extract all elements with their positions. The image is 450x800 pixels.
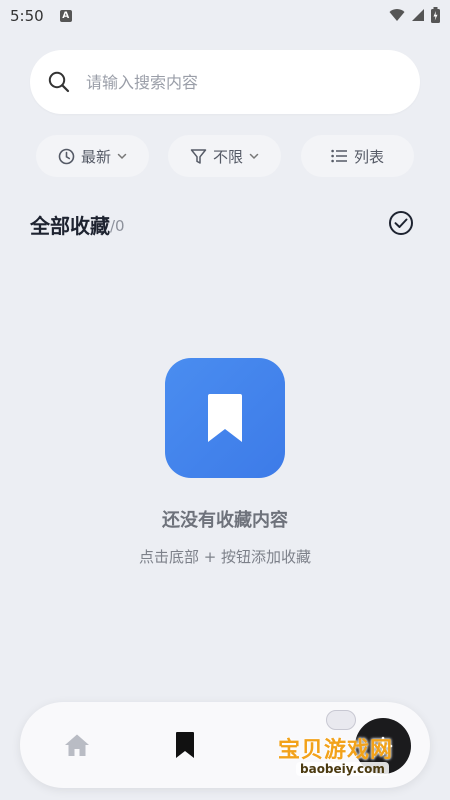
favorites-screen: 5:50 A 最新 — [0, 0, 450, 800]
bottom-navigation — [20, 702, 430, 788]
chevron-down-icon — [249, 153, 259, 160]
nav-bookmarks[interactable] — [170, 730, 200, 760]
empty-state-title: 还没有收藏内容 — [162, 510, 288, 531]
view-label: 列表 — [353, 147, 384, 166]
filter-dropdown[interactable]: 不限 — [168, 135, 281, 177]
empty-state-subtitle: 点击底部 + 按钮添加收藏 — [138, 548, 312, 566]
chevron-down-icon — [117, 153, 127, 160]
list-icon — [331, 149, 347, 163]
sort-label: 最新 — [80, 147, 111, 166]
nav-home[interactable] — [62, 730, 92, 760]
add-button[interactable] — [355, 718, 411, 774]
status-bar: 5:50 A — [0, 0, 450, 32]
battery-icon — [431, 7, 440, 23]
notification-badge: A — [59, 10, 72, 22]
filter-icon — [190, 148, 207, 164]
empty-state-icon-tile — [165, 358, 285, 478]
section-header: 全部收藏 /0 — [30, 208, 420, 240]
signal-icon — [412, 9, 424, 21]
bookmark-icon — [208, 394, 242, 442]
search-input[interactable] — [86, 72, 386, 92]
plus-icon — [373, 736, 393, 756]
view-mode-button[interactable]: 列表 — [301, 135, 414, 177]
filter-label: 不限 — [212, 147, 243, 166]
status-time: 5:50 — [10, 7, 44, 25]
home-icon — [65, 734, 89, 756]
search-bar[interactable] — [30, 50, 420, 114]
bookmark-icon — [176, 732, 194, 758]
select-all-icon[interactable] — [388, 210, 414, 236]
sort-dropdown[interactable]: 最新 — [36, 135, 149, 177]
section-title: 全部收藏 — [30, 213, 110, 238]
section-count: /0 — [110, 217, 125, 235]
wifi-icon — [389, 9, 405, 21]
search-icon — [48, 71, 70, 93]
clock-icon — [58, 148, 75, 164]
status-icons — [389, 7, 440, 23]
